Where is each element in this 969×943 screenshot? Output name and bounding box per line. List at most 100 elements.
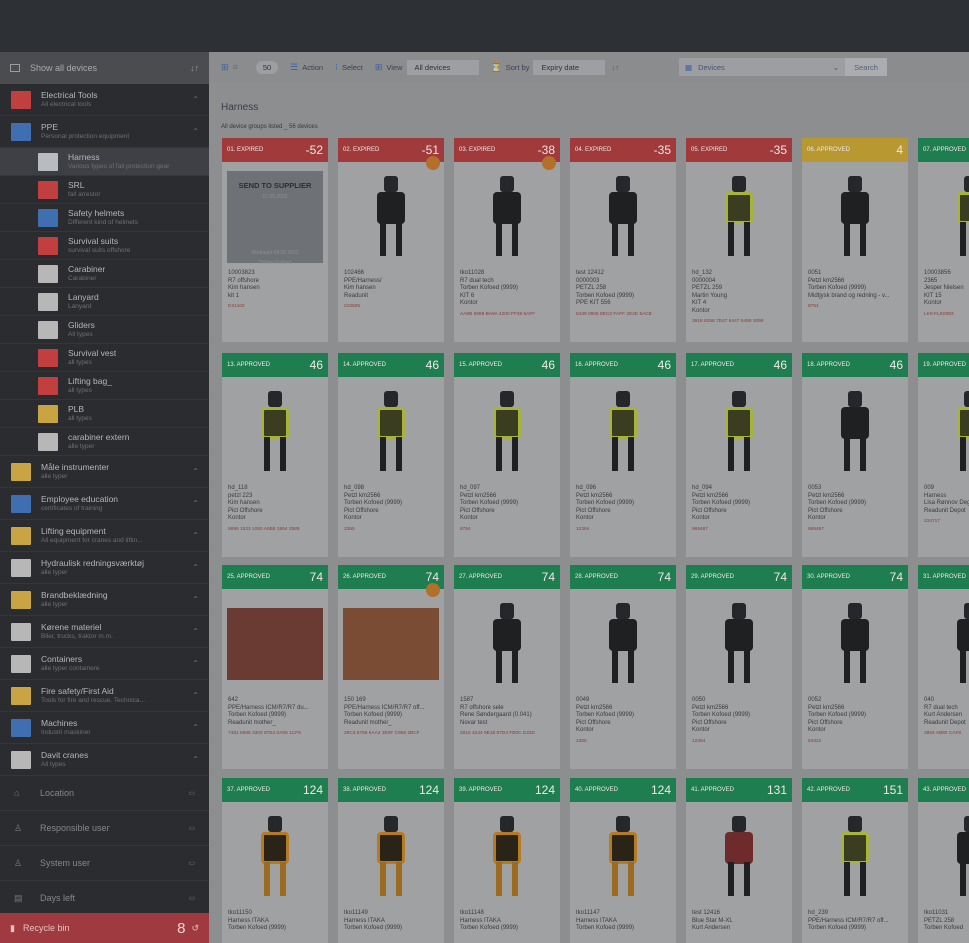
sidebar-item-male-instrumenter[interactable]: Måle instrumenter alle typer ⌃ [0, 456, 209, 488]
sidebar-item-korene-materiel[interactable]: Kørene materiel Biler, trucks, traktor m.… [0, 616, 209, 648]
chevron-down-icon[interactable]: ⌄ [833, 63, 839, 72]
filter-location[interactable]: ⌂ Location ▭ [0, 776, 209, 811]
status-label: 30. APPROVED [807, 574, 851, 580]
sidebar-item-survival-vest[interactable]: Survival vest all types [0, 344, 209, 372]
filter-days-left[interactable]: ▤ Days left ▭ [0, 881, 209, 916]
sidebar-item-davit-cranes[interactable]: Davit cranes All types ⌃ [0, 744, 209, 776]
sidebar-item-lanyard[interactable]: Lanyard Lanyard [0, 288, 209, 316]
recycle-bin-button[interactable]: ▮ Recycle bin 8 ↺ [0, 913, 209, 943]
filter-responsible-user[interactable]: ♙ Responsible user ▭ [0, 811, 209, 846]
device-detail-line: 009 [924, 485, 935, 491]
sort-dropdown[interactable]: Expiry date [533, 59, 606, 75]
sidebar-item-gliders[interactable]: Gliders All types [0, 316, 209, 344]
sort-direction-icon[interactable]: ↓↑ [611, 63, 619, 72]
device-card[interactable]: 18. APPROVED 46 0053 Petzl km2566 Torben Kof… [802, 353, 908, 557]
device-detail-line: kit 1 [228, 292, 240, 299]
filter-system-user[interactable]: ♙ System user ▭ [0, 846, 209, 881]
chevron-icon[interactable]: ⌃ [192, 467, 199, 476]
chevron-icon[interactable]: ⌃ [192, 627, 199, 636]
category-title: Måle instrumenter [41, 461, 110, 472]
harness-image [951, 816, 969, 898]
device-card[interactable]: 15. APPROVED 46 hd_097 Petzl km2566 Torben K… [454, 353, 560, 557]
sidebar-item-lifting-equipment[interactable]: Lifting equipment All equipment for crane… [0, 520, 209, 552]
sidebar-item-machines[interactable]: Machines Industri maskiner ⌃ [0, 712, 209, 744]
device-card[interactable]: 27. APPROVED 74 1587 R7 offshore sele Rene S… [454, 565, 560, 769]
device-card[interactable]: 39. APPROVED 124 tko11148 Harness ITAKA Torb… [454, 778, 560, 943]
chevron-icon[interactable]: ⌃ [192, 595, 199, 604]
device-card[interactable]: 29. APPROVED 74 0050 Petzl km2566 Torben Kof… [686, 565, 792, 769]
show-all-devices[interactable]: Show all devices ↓↑ [0, 52, 209, 84]
sidebar-item-carabiner-extern[interactable]: carabiner extern alle typer [0, 428, 209, 456]
sort-icon[interactable]: ↓↑ [190, 63, 199, 73]
chevron-icon[interactable]: ⌃ [192, 723, 199, 732]
device-card[interactable]: 16. APPROVED 46 hd_096 Petzl km2566 Torben K… [570, 353, 676, 557]
device-card[interactable]: 07. APPROVED 10003856 2365 Jesper Nielsen KI… [918, 138, 969, 342]
sidebar-item-employee-education[interactable]: Employee education certificates of traini… [0, 488, 209, 520]
device-card[interactable]: 40. APPROVED 124 tko11147 Harness ITAKA Torb… [570, 778, 676, 943]
chevron-icon[interactable]: ⌃ [192, 691, 199, 700]
device-detail-line: tko11150 [228, 910, 252, 916]
device-image [222, 597, 328, 691]
sort-button[interactable]: ⏳ Sort by Expiry date ↓↑ [491, 59, 619, 75]
sidebar-item-lifting-bag[interactable]: Lifting bag_ all types [0, 372, 209, 400]
status-label: 37. APPROVED [227, 787, 271, 793]
harness-image [371, 391, 411, 473]
device-detail-line: Pict Offshore [692, 507, 727, 514]
device-card[interactable]: 31. APPROVED 040 R7 dual tech Kurt Andersen… [918, 565, 969, 769]
search-button[interactable]: Search [845, 58, 887, 76]
device-card[interactable]: 43. APPROVED tko11031 PETZL 258 Torben Kofo… [918, 778, 969, 943]
device-card[interactable]: 01. EXPIRED -52 SEND TO SUPPLIER 17.05.2022… [222, 138, 328, 342]
chevron-icon[interactable]: ⌃ [192, 95, 199, 104]
select-button[interactable]: ⁝ Select [335, 62, 363, 73]
device-card[interactable]: 38. APPROVED 124 tko11149 Harness ITAKA Torb… [338, 778, 444, 943]
device-detail-line: Torben Kofoed (9999) [460, 285, 519, 291]
device-card[interactable]: 30. APPROVED 74 0052 Petzl km2566 Torben Kof… [802, 565, 908, 769]
device-card[interactable]: 37. APPROVED 124 tko11150 Harness ITAKA Torb… [222, 778, 328, 943]
device-card[interactable]: 13. APPROVED 46 hd_118 petzl 223 Kim hansen P… [222, 353, 328, 557]
sidebar-item-carabiner[interactable]: Carabiner Carabiner [0, 260, 209, 288]
device-card[interactable]: 05. EXPIRED -35 hd_132 0000004 PETZL 259 Mart… [686, 138, 792, 342]
device-detail-line: Lisa Rønnov Degn [924, 500, 969, 506]
chevron-icon[interactable]: ⌃ [192, 659, 199, 668]
search-input[interactable]: ▦ Devices ⌄ [679, 58, 845, 76]
days-left: 124 [302, 783, 323, 797]
device-card[interactable]: 19. APPROVED 009 Harness Lisa Rønnov Degn Re… [918, 353, 969, 557]
sidebar-item-ppe[interactable]: PPE Personal protection equipment ⌃ [0, 116, 209, 148]
device-card[interactable]: 03. EXPIRED -38 tko11028 R7 dual tech Torben… [454, 138, 560, 342]
sidebar-item-srl[interactable]: SRL fall arrestor [0, 176, 209, 204]
sidebar-item-containers[interactable]: Containers alle typer containere ⌃ [0, 648, 209, 680]
device-card[interactable]: 04. EXPIRED -35 test 12412 0000003 PETZL 258… [570, 138, 676, 342]
chevron-icon[interactable]: ⌃ [192, 499, 199, 508]
grid-view-toggle[interactable]: ⊞ ≡ [221, 62, 242, 73]
sidebar-item-electrical-tools[interactable]: Electrical Tools All electrical tools ⌃ [0, 84, 209, 116]
view-dropdown[interactable]: All devices [406, 59, 479, 75]
page-size-select[interactable]: 50 [255, 60, 279, 74]
device-detail-line: PPE KIT 556 [576, 300, 611, 306]
device-card[interactable]: 42. APPROVED 151 hd_239 PPE/Harness ICM/R7/… [802, 778, 908, 943]
device-card[interactable]: 28. APPROVED 74 0049 Petzl km2566 Torben Kof… [570, 565, 676, 769]
filter-label: Location [40, 788, 75, 798]
view-button[interactable]: ⊞ View All devices [375, 59, 479, 75]
device-card[interactable]: 41. APPROVED 131 test 12416 Blue Star M-XL K… [686, 778, 792, 943]
action-button[interactable]: ☰ Action [290, 62, 323, 73]
device-detail-line: Torben Kofoed (9999) [228, 712, 287, 718]
sidebar-item-hydraulisk[interactable]: Hydraulisk redningsværktøj alle typer ⌃ [0, 552, 209, 584]
sidebar-item-brandbeklaedning[interactable]: Brandbeklædning alle typer ⌃ [0, 584, 209, 616]
sidebar-item-fire-safety[interactable]: Fire safety/First Aid Tools for fire and … [0, 680, 209, 712]
sidebar-item-plb[interactable]: PLB all types [0, 400, 209, 428]
device-card[interactable]: 17. APPROVED 46 hd_094 Petzl km2566 Torben K… [686, 353, 792, 557]
sidebar-item-harness[interactable]: Harness Various types of fall protection … [0, 148, 209, 176]
device-detail-line: Kontor [460, 300, 478, 306]
chevron-icon[interactable]: ⌃ [192, 127, 199, 136]
device-card[interactable]: 25. APPROVED 74 642 PPE/Harness ICM/R7/R7 d… [222, 565, 328, 769]
device-card[interactable]: 02. EXPIRED -51 102466 PPE/Harness/Kim hans… [338, 138, 444, 342]
device-card[interactable]: 06. APPROVED 4 0051 Petzl km2566 Torben Kofo… [802, 138, 908, 342]
sidebar-item-survival-suits[interactable]: Survival suits survival suits offshore [0, 232, 209, 260]
category-title: Fire safety/First Aid [41, 685, 114, 696]
chevron-icon[interactable]: ⌃ [192, 563, 199, 572]
device-card[interactable]: 14. APPROVED 46 hd_098 Petzl km2566 Torben K… [338, 353, 444, 557]
device-card[interactable]: 26. APPROVED 74 150 169 PPE/Harness ICM/R7/… [338, 565, 444, 769]
sidebar-item-safety-helmets[interactable]: Safety helmets Different kind of helmets [0, 204, 209, 232]
chevron-icon[interactable]: ⌃ [192, 755, 199, 764]
chevron-icon[interactable]: ⌃ [192, 531, 199, 540]
